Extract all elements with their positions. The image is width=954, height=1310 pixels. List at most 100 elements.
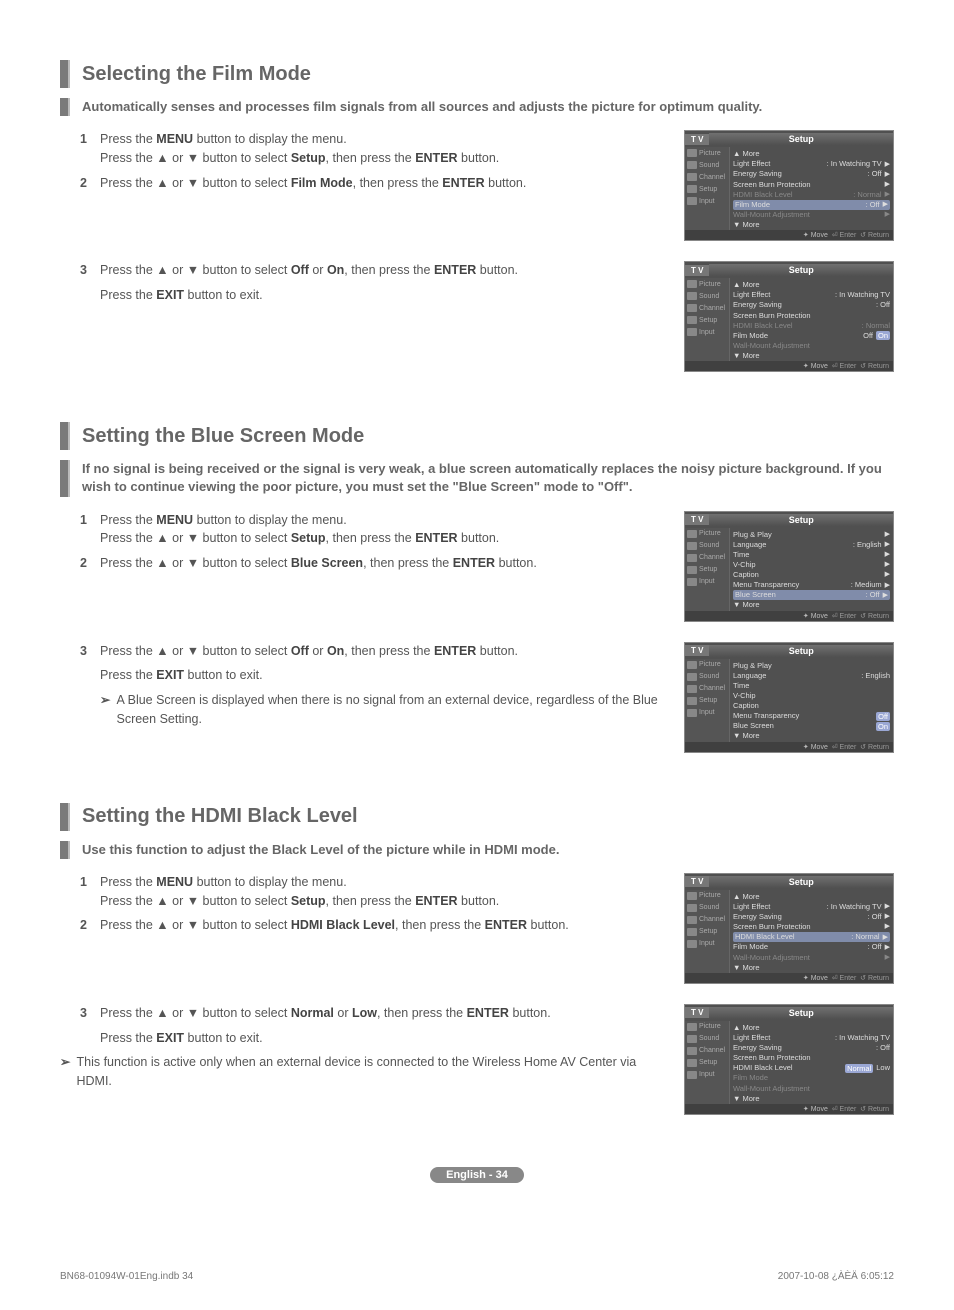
osd-row: ▼ More: [733, 731, 890, 741]
osd-side-item: Channel: [685, 683, 729, 695]
instruction-step: Press the EXIT button to exit.: [80, 286, 664, 305]
note-arrow-icon: ➢: [100, 691, 110, 729]
osd-row: ▼ More: [733, 351, 890, 361]
osd-side-item: Picture: [685, 659, 729, 671]
menu-category-icon: [687, 928, 697, 936]
osd-row: Wall-Mount Adjustment: [733, 341, 890, 351]
osd-row: HDMI Black LevelNormalLow: [733, 1063, 890, 1073]
osd-tv-label: T V: [685, 265, 709, 276]
menu-category-icon: [687, 1071, 697, 1079]
osd-row: HDMI Black Level: Normal▶: [733, 932, 890, 942]
menu-category-icon: [687, 197, 697, 205]
menu-category-icon: [687, 892, 697, 900]
instruction-step: 2Press the ▲ or ▼ button to select Film …: [80, 174, 664, 193]
section-bar-icon: [60, 460, 70, 496]
page-footer: BN68-01094W-01Eng.indb 342007-10-08 ¿ÀÈÄ…: [60, 1271, 894, 1282]
step-number: [80, 286, 100, 305]
step-text: Press the MENU button to display the men…: [100, 130, 664, 168]
osd-row: ▼ More: [733, 1094, 890, 1104]
instruction-step: 3Press the ▲ or ▼ button to select Off o…: [80, 642, 664, 661]
osd-row: Menu Transparency: Medium▶: [733, 580, 890, 590]
osd-row: Time▶: [733, 550, 890, 560]
osd-row: Time: [733, 681, 890, 691]
note: ➢A Blue Screen is displayed when there i…: [100, 691, 664, 729]
osd-row: Wall-Mount Adjustment: [733, 1084, 890, 1094]
section-title: Setting the Blue Screen Mode: [82, 425, 364, 448]
menu-category-icon: [687, 685, 697, 693]
section-bar-icon: [60, 98, 70, 116]
osd-row: Language: English▶: [733, 540, 890, 550]
tv-osd: T VSetupPictureSoundChannelSetupInputPlu…: [684, 642, 894, 753]
osd-footer: ✦ Move ⏎ Enter ↺ Return: [685, 973, 893, 983]
step-text: Press the ▲ or ▼ button to select HDMI B…: [100, 916, 664, 935]
osd-row: V-Chip: [733, 691, 890, 701]
osd-footer: ✦ Move ⏎ Enter ↺ Return: [685, 230, 893, 240]
tv-osd: T VSetupPictureSoundChannelSetupInput▲ M…: [684, 261, 894, 372]
osd-row: Caption: [733, 701, 890, 711]
osd-side-item: Input: [685, 195, 729, 207]
instruction-step: 2Press the ▲ or ▼ button to select HDMI …: [80, 916, 664, 935]
osd-side-item: Input: [685, 938, 729, 950]
menu-category-icon: [687, 292, 697, 300]
menu-category-icon: [687, 1023, 697, 1031]
menu-category-icon: [687, 709, 697, 717]
step-number: 3: [80, 642, 100, 661]
menu-category-icon: [687, 542, 697, 550]
osd-side-item: Setup: [685, 695, 729, 707]
tv-osd: T VSetupPictureSoundChannelSetupInputPlu…: [684, 511, 894, 622]
osd-row: Energy Saving: Off▶: [733, 912, 890, 922]
osd-side-item: Channel: [685, 1045, 729, 1057]
osd-row: Menu TransparencyOff: [733, 711, 890, 721]
menu-category-icon: [687, 1047, 697, 1055]
osd-row: Film ModeOffOn: [733, 331, 890, 341]
menu-category-icon: [687, 566, 697, 574]
osd-side-item: Sound: [685, 902, 729, 914]
section-bar-icon: [60, 803, 70, 831]
osd-row: Energy Saving: Off: [733, 300, 890, 310]
instruction-step: 1Press the MENU button to display the me…: [80, 511, 664, 549]
osd-row: Plug & Play▶: [733, 530, 890, 540]
osd-footer: ✦ Move ⏎ Enter ↺ Return: [685, 1104, 893, 1114]
osd-side-item: Picture: [685, 1021, 729, 1033]
step-number: 1: [80, 130, 100, 168]
osd-row: Film Mode: Off▶: [733, 942, 890, 952]
menu-category-icon: [687, 661, 697, 669]
osd-row: ▲ More: [733, 892, 890, 902]
step-text: Press the ▲ or ▼ button to select Off or…: [100, 261, 664, 280]
step-number: 2: [80, 174, 100, 193]
osd-side-item: Picture: [685, 147, 729, 159]
osd-title: Setup: [709, 133, 893, 145]
osd-row: Blue Screen: Off▶: [733, 590, 890, 600]
tv-osd: T VSetupPictureSoundChannelSetupInput▲ M…: [684, 130, 894, 241]
step-text: Press the EXIT button to exit.: [100, 666, 664, 685]
osd-row: ▼ More: [733, 220, 890, 230]
osd-side-item: Sound: [685, 540, 729, 552]
osd-side-item: Input: [685, 326, 729, 338]
osd-row: Screen Burn Protection: [733, 311, 890, 321]
step-number: 3: [80, 261, 100, 280]
section-subtitle: Use this function to adjust the Black Le…: [82, 841, 894, 859]
osd-side-item: Sound: [685, 290, 729, 302]
osd-title: Setup: [709, 1007, 893, 1019]
osd-side-item: Picture: [685, 278, 729, 290]
section-bar-icon: [60, 60, 70, 88]
osd-side-item: Channel: [685, 914, 729, 926]
osd-side-item: Input: [685, 707, 729, 719]
osd-side-item: Sound: [685, 671, 729, 683]
footer-left: BN68-01094W-01Eng.indb 34: [60, 1271, 193, 1282]
osd-row: Plug & Play: [733, 661, 890, 671]
step-text: Press the ▲ or ▼ button to select Blue S…: [100, 554, 664, 573]
menu-category-icon: [687, 316, 697, 324]
menu-category-icon: [687, 554, 697, 562]
page-number-badge: English - 34: [60, 1165, 894, 1183]
section-bar-icon: [60, 422, 70, 450]
osd-row: Wall-Mount Adjustment▶: [733, 210, 890, 220]
menu-category-icon: [687, 149, 697, 157]
step-number: 3: [80, 1004, 100, 1023]
osd-footer: ✦ Move ⏎ Enter ↺ Return: [685, 611, 893, 621]
section-title: Selecting the Film Mode: [82, 63, 311, 86]
step-text: Press the MENU button to display the men…: [100, 511, 664, 549]
step-text: Press the ▲ or ▼ button to select Normal…: [100, 1004, 664, 1023]
step-number: [80, 666, 100, 685]
osd-tv-label: T V: [685, 1007, 709, 1018]
